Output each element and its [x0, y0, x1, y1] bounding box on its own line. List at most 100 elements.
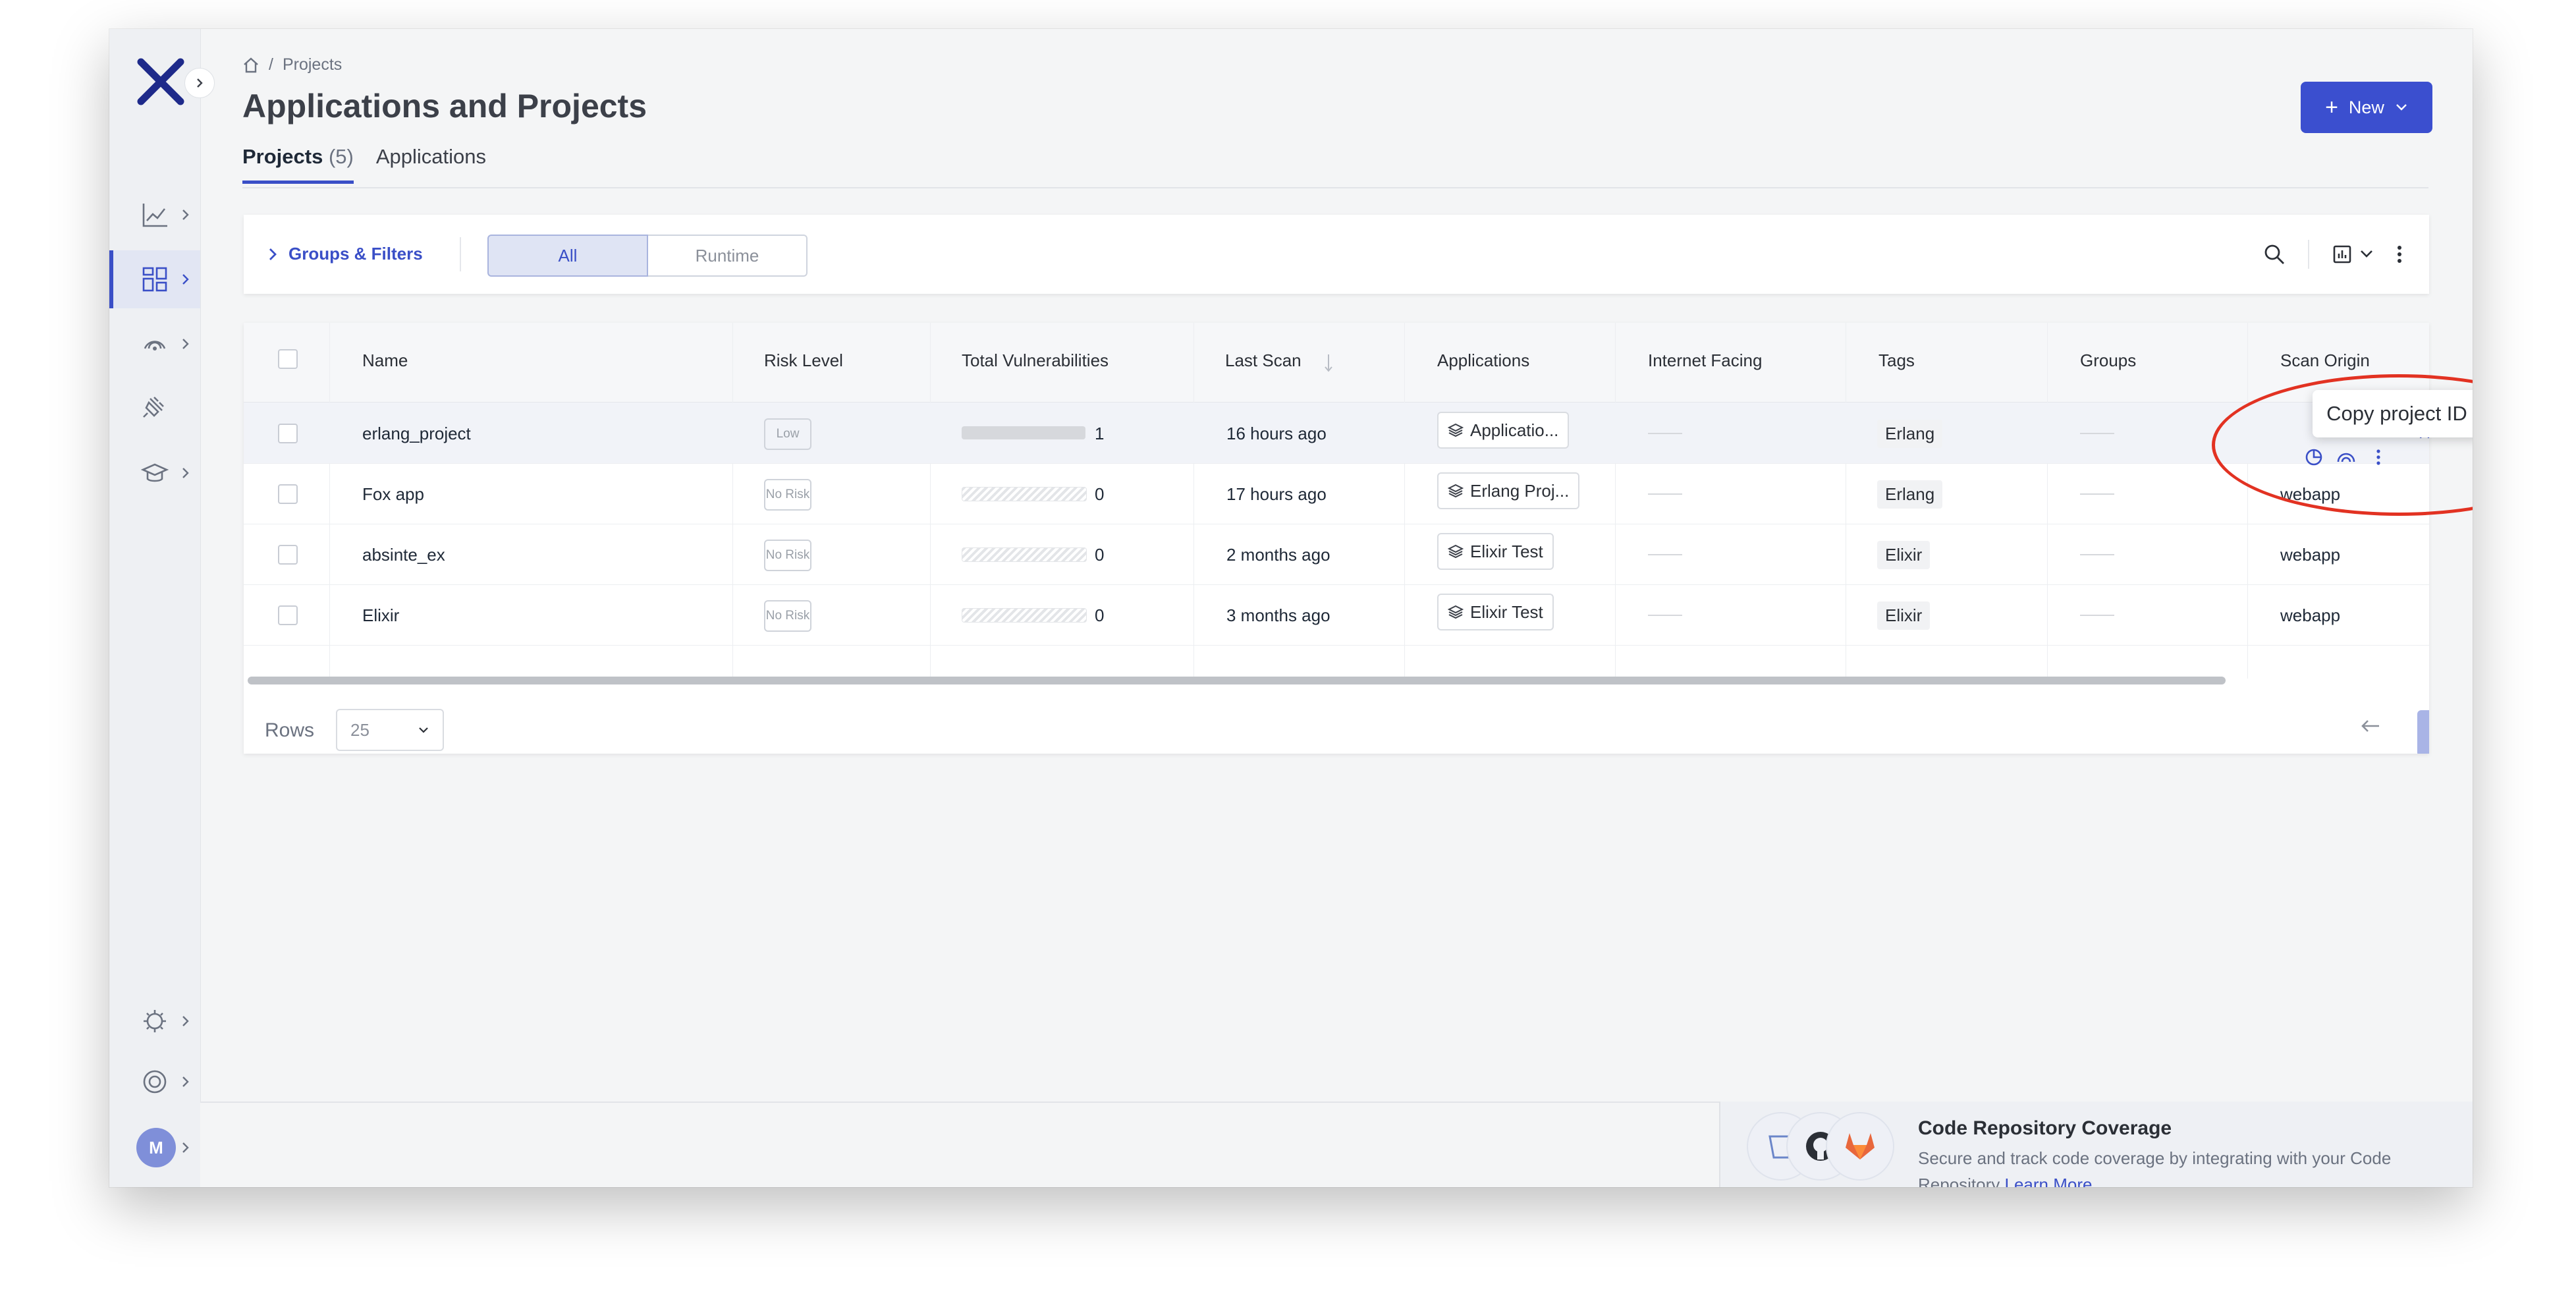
- grid-icon: [142, 267, 167, 292]
- application-name: Erlang Proj...: [1470, 480, 1570, 501]
- table-header: Name Risk Level Total Vulnerabilities La…: [244, 323, 2429, 403]
- sidebar-item-integrations[interactable]: [109, 377, 200, 435]
- new-button[interactable]: + New: [2301, 82, 2432, 133]
- chevron-right-icon: [182, 1076, 189, 1087]
- sidebar-expand-button[interactable]: [184, 68, 215, 98]
- column-header-scan-origin[interactable]: Scan Origin: [2280, 350, 2370, 371]
- lifebuoy-icon: [143, 1070, 167, 1094]
- plug-icon: [143, 397, 164, 418]
- sort-down-icon[interactable]: [1324, 353, 1333, 373]
- table-row[interactable]: absinte_ex No Risk 0 2 months ago Elixir…: [244, 524, 2429, 585]
- report-icon[interactable]: [2332, 244, 2353, 265]
- application-name: Applicatio...: [1470, 420, 1559, 440]
- groups-filters-label: Groups & Filters: [288, 244, 423, 264]
- avatar[interactable]: M: [136, 1128, 176, 1167]
- segment-runtime[interactable]: Runtime: [648, 235, 808, 277]
- groups-filters-toggle[interactable]: Groups & Filters: [267, 244, 423, 264]
- app-logo[interactable]: [136, 57, 186, 107]
- column-header-groups[interactable]: Groups: [2080, 350, 2136, 371]
- breadcrumb: / Projects: [242, 55, 342, 74]
- project-name[interactable]: Fox app: [362, 484, 424, 505]
- tab-projects[interactable]: Projects (5): [242, 145, 354, 184]
- filter-bar-actions: [2263, 240, 2403, 269]
- column-header-applications[interactable]: Applications: [1437, 350, 1529, 371]
- tab-bar: Projects (5) Applications: [242, 145, 486, 184]
- chevron-right-icon: [182, 1142, 189, 1153]
- last-scan: 16 hours ago: [1226, 424, 1327, 443]
- sidebar-item-projects[interactable]: [109, 250, 200, 308]
- chevron-down-icon[interactable]: [2359, 249, 2374, 260]
- row-checkbox[interactable]: [278, 424, 298, 443]
- learn-more-link[interactable]: Learn More: [2005, 1175, 2093, 1187]
- application-chip[interactable]: Erlang Proj...: [1437, 472, 1580, 509]
- select-all-checkbox[interactable]: [278, 349, 298, 369]
- vulnerability-count: 0: [1095, 484, 1105, 504]
- tabs-divider: [242, 187, 2428, 188]
- row-checkbox[interactable]: [278, 484, 298, 504]
- search-icon[interactable]: [2263, 243, 2286, 265]
- column-header-total-vulnerabilities[interactable]: Total Vulnerabilities: [962, 350, 1109, 371]
- rows-per-page-value: 25: [350, 719, 370, 740]
- groups-empty: [2080, 493, 2114, 495]
- more-vertical-icon[interactable]: [2396, 244, 2403, 265]
- new-button-label: New: [2348, 97, 2384, 117]
- internet-facing-empty: [1648, 554, 1682, 555]
- column-header-risk-level[interactable]: Risk Level: [764, 350, 843, 371]
- column-header-name[interactable]: Name: [362, 350, 408, 371]
- page-title: Applications and Projects: [242, 88, 647, 125]
- sidebar-item-help[interactable]: [109, 1053, 200, 1111]
- graduation-cap-icon: [141, 463, 169, 482]
- tab-applications[interactable]: Applications: [376, 145, 486, 184]
- tag-chip: Elixir: [1877, 601, 1931, 630]
- project-name[interactable]: Elixir: [362, 605, 399, 626]
- sidebar-item-dashboard[interactable]: [109, 186, 200, 244]
- last-scan: 2 months ago: [1226, 545, 1330, 565]
- row-checkbox[interactable]: [278, 605, 298, 625]
- horizontal-scrollbar[interactable]: [248, 677, 2226, 684]
- column-header-last-scan[interactable]: Last Scan: [1225, 350, 1302, 371]
- sidebar-item-settings[interactable]: [109, 992, 200, 1050]
- previous-page-arrow-icon[interactable]: [2359, 715, 2382, 737]
- page-button-current[interactable]: 1: [2417, 710, 2429, 754]
- sidebar-item-runtime[interactable]: [109, 315, 200, 373]
- chevron-right-icon: [182, 1016, 189, 1026]
- home-icon[interactable]: [242, 57, 260, 74]
- breadcrumb-separator: /: [269, 55, 273, 74]
- breadcrumb-current[interactable]: Projects: [283, 55, 342, 74]
- banner-text: Secure and track code coverage by integr…: [1918, 1145, 2458, 1187]
- project-name[interactable]: absinte_ex: [362, 545, 445, 565]
- application-chip[interactable]: Elixir Test: [1437, 533, 1554, 570]
- sidebar-item-learning[interactable]: [109, 444, 200, 502]
- chevron-right-icon: [269, 248, 277, 260]
- code-repository-banner: Code Repository Coverage Secure and trac…: [1719, 1102, 2473, 1187]
- project-name[interactable]: erlang_project: [362, 424, 471, 444]
- chart-line-icon: [142, 204, 167, 227]
- column-header-tags[interactable]: Tags: [1878, 350, 1915, 371]
- divider: [2308, 240, 2309, 269]
- gitlab-icon: [1846, 1133, 1875, 1159]
- chevron-right-icon: [182, 468, 189, 478]
- row-checkbox[interactable]: [278, 545, 298, 565]
- table-row[interactable]: Elixir No Risk 0 3 months ago Elixir Tes…: [244, 584, 2429, 646]
- last-scan: 3 months ago: [1226, 605, 1330, 625]
- scan-origin: webapp: [2280, 545, 2341, 565]
- segment-all[interactable]: All: [487, 235, 648, 277]
- banner-description: Secure and track code coverage by integr…: [1918, 1148, 2392, 1187]
- tab-projects-count: (5): [328, 145, 354, 168]
- table-row[interactable]: Fox app No Risk 0 17 hours ago Erlang Pr…: [244, 463, 2429, 524]
- internet-facing-empty: [1648, 615, 1682, 616]
- vulnerability-bar: [962, 608, 1087, 623]
- application-chip[interactable]: Elixir Test: [1437, 594, 1554, 630]
- application-chip[interactable]: Applicatio...: [1437, 412, 1570, 449]
- layers-icon: [1448, 484, 1464, 498]
- divider: [460, 237, 461, 271]
- chevron-right-icon: [182, 274, 189, 285]
- application-name: Elixir Test: [1470, 601, 1543, 622]
- chevron-right-icon: [182, 209, 189, 220]
- groups-empty: [2080, 554, 2114, 555]
- rows-per-page-select[interactable]: 25: [336, 709, 444, 751]
- internet-facing-empty: [1648, 493, 1682, 495]
- column-header-internet-facing[interactable]: Internet Facing: [1648, 350, 1762, 371]
- table-row[interactable]: erlang_project Low 1 16 hours ago Applic…: [244, 403, 2429, 464]
- vulnerability-count: 0: [1095, 605, 1105, 625]
